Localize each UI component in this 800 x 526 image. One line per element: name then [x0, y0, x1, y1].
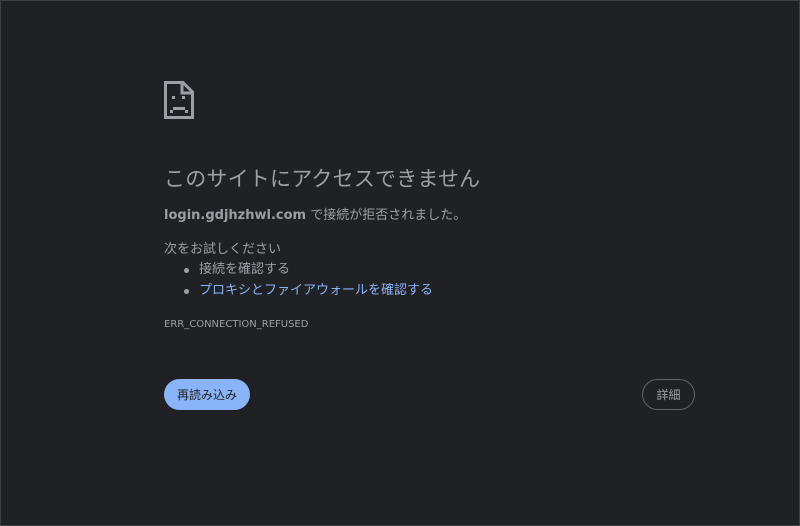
suggestion-item-check-proxy[interactable]: プロキシとファイアウォールを確認する: [164, 280, 433, 301]
suggestion-item-check-connection: 接続を確認する: [164, 259, 433, 280]
bullet-icon: [184, 289, 189, 294]
try-heading: 次をお試しください: [164, 242, 282, 257]
check-proxy-firewall-link[interactable]: プロキシとファイアウォールを確認する: [199, 283, 433, 298]
message-text: で接続が拒否されました。: [306, 208, 467, 223]
error-message: login.gdjhzhwl.com で接続が拒否されました。: [164, 204, 466, 223]
page-title: このサイトにアクセスできません: [164, 167, 481, 191]
suggestion-label: 接続を確認する: [199, 262, 291, 277]
reload-button[interactable]: 再読み込み: [164, 379, 250, 410]
sad-page-icon: [164, 81, 194, 119]
error-code: ERR_CONNECTION_REFUSED: [164, 319, 309, 330]
details-button[interactable]: 詳細: [642, 379, 695, 410]
suggestion-list: 接続を確認する プロキシとファイアウォールを確認する: [164, 259, 433, 301]
bullet-icon: [184, 268, 189, 273]
host-name: login.gdjhzhwl.com: [164, 208, 307, 223]
browser-page: このサイトにアクセスできません login.gdjhzhwl.com で接続が拒…: [0, 0, 800, 526]
